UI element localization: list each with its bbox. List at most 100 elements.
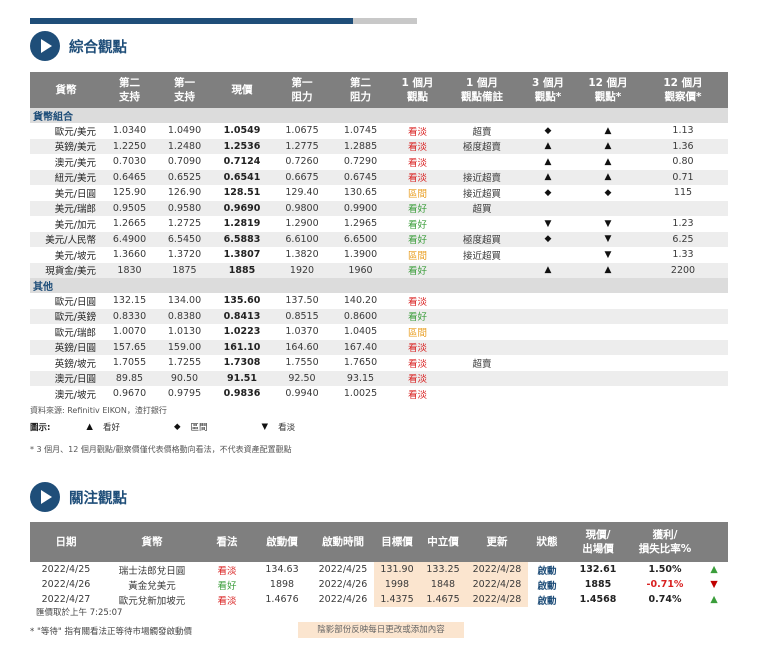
update-cell: 2022/4/28 xyxy=(466,577,528,592)
table-row: 2022/4/26 黃金兌美元 看好 1898 2022/4/26 1998 1848 202… xyxy=(30,577,728,592)
table-row: 英鎊/美元 1.2250 1.2480 1.2536 1.2775 1.2885 看淡 極度超… xyxy=(30,138,728,154)
column-header: 第一 阻力 xyxy=(272,72,332,108)
target-12m-cell: 1.36 xyxy=(638,138,728,154)
table-row: 澳元/美元 0.7030 0.7090 0.7124 0.7260 0.7290 看淡 ▲ ▲ 0… xyxy=(30,154,728,170)
column-header: 12 個月 觀察價* xyxy=(638,72,728,108)
view-12m-icon: ▲ xyxy=(604,156,612,167)
price-cell: 0.9836 xyxy=(223,388,261,400)
view-note-cell: 極度超買 xyxy=(446,231,518,247)
target-price-cell: 1998 xyxy=(374,577,420,592)
up-triangle-icon: ▲ xyxy=(86,422,93,432)
view-note-cell xyxy=(446,154,518,170)
target-12m-cell: 0.71 xyxy=(638,169,728,185)
table-header-row: 貨幣 第二 支持 第一 支持 現價 第一 阻力 第二 阻力 1 個月 觀點 1 個月 觀點備註… xyxy=(30,72,728,108)
table-row: 2022/4/25 瑞士法郎兌日圓 看淡 134.63 2022/4/25 131.90 1… xyxy=(30,562,728,577)
view-1m-cell: 區間 xyxy=(407,188,427,200)
view-1m-cell: 看淡 xyxy=(407,358,427,370)
column-header: 第一 支持 xyxy=(157,72,212,108)
view-note-cell: 接近超買 xyxy=(462,188,501,200)
price-cell: 0.9690 xyxy=(212,200,272,216)
view-1m-cell: 看淡 xyxy=(389,169,446,185)
table-row: 澳元/日圓 89.85 90.50 91.51 92.50 93.15 看淡 xyxy=(30,370,728,386)
resist2-cell: 1.2885 xyxy=(332,138,389,154)
section-header-overview: 綜合觀點 xyxy=(30,31,127,61)
status-cell: 啟動 xyxy=(537,595,557,607)
resist2-cell: 167.40 xyxy=(332,339,389,355)
resist2-cell: 93.15 xyxy=(332,370,389,386)
view-1m-cell: 看淡 xyxy=(407,157,427,169)
view-1m-cell: 看淡 xyxy=(407,296,427,308)
support2-cell: 1830 xyxy=(102,262,157,278)
pair-cell: 歐元/日圓 xyxy=(54,296,96,308)
legend-item-range: ◆ 區間 xyxy=(173,422,208,433)
empty-cell xyxy=(638,355,728,371)
column-header: 現價 xyxy=(212,72,272,108)
empty-cell xyxy=(518,355,578,371)
view-12m-icon: ▼ xyxy=(604,218,612,229)
support1-cell: 134.00 xyxy=(167,295,202,307)
pair-cell: 澳元/坡元 xyxy=(54,389,96,401)
support1-cell: 6.5450 xyxy=(157,231,212,247)
view-3m-icon: ◆ xyxy=(518,231,578,247)
view-note-cell: 超買 xyxy=(446,200,518,216)
column-header: 獲利/ 損失比率% xyxy=(630,522,700,562)
resist1-cell: 137.50 xyxy=(285,295,319,307)
support1-cell: 1.0130 xyxy=(167,326,202,338)
diamond-icon: ◆ xyxy=(173,422,181,432)
view-1m-cell: 看淡 xyxy=(407,389,427,401)
support1-cell: 1.2480 xyxy=(157,138,212,154)
support2-cell: 0.6465 xyxy=(102,169,157,185)
resist1-cell: 0.8515 xyxy=(272,308,332,324)
price-cell: 161.10 xyxy=(212,339,272,355)
price-cell: 1885 xyxy=(212,262,272,278)
overview-table: 貨幣 第二 支持 第一 支持 現價 第一 阻力 第二 阻力 1 個月 觀點 1 個月 觀點備註… xyxy=(30,72,728,402)
empty-cell xyxy=(518,370,578,386)
pair-cell: 美元/加元 xyxy=(54,219,96,231)
support2-cell: 125.90 xyxy=(112,187,147,199)
wait-note: * "等待" 指有關看法正等待市場觸發啟動價 xyxy=(30,627,192,637)
support1-cell: 1.7255 xyxy=(167,357,202,369)
table-row: 美元/人民幣 6.4900 6.5450 6.5883 6.6100 6.6500 看好 極度… xyxy=(30,231,728,247)
column-header: 第二 支持 xyxy=(102,72,157,108)
down-arrow-icon: ▼ xyxy=(710,579,718,590)
view-3m-icon: ▼ xyxy=(544,218,552,229)
table-row: 現貨金/美元 1830 1875 1885 1920 1960 看好 ▲ ▲ 2200 xyxy=(30,262,728,278)
view-12m-icon: ▼ xyxy=(604,249,612,260)
column-header: 日期 xyxy=(30,522,102,562)
pair-cell: 美元/坡元 xyxy=(54,250,96,262)
legend-label: 圖示: xyxy=(30,423,51,433)
update-cell: 2022/4/28 xyxy=(466,592,528,607)
table-row: 歐元/瑞郎 1.0070 1.0130 1.0223 1.0370 1.0405 區間 xyxy=(30,324,728,340)
empty-cell xyxy=(638,386,728,402)
entry-time-cell: 2022/4/25 xyxy=(318,564,368,575)
support1-cell: 1875 xyxy=(157,262,212,278)
empty-cell xyxy=(518,386,578,402)
support1-cell: 90.50 xyxy=(157,370,212,386)
pair-cell: 澳元/美元 xyxy=(54,157,96,169)
empty-cell xyxy=(638,339,728,355)
support1-cell: 0.8380 xyxy=(157,308,212,324)
resist2-cell: 1.0405 xyxy=(343,326,378,338)
empty-cell xyxy=(578,370,638,386)
column-header: 中立價 xyxy=(420,522,466,562)
target-12m-cell: 0.80 xyxy=(672,156,694,168)
table-row: 澳元/坡元 0.9670 0.9795 0.9836 0.9940 1.0025 看淡 xyxy=(30,386,728,402)
entry-time-cell: 2022/4/26 xyxy=(318,594,368,605)
pl-cell: -0.71% xyxy=(646,579,684,590)
up-arrow-icon: ▲ xyxy=(710,594,718,605)
date-cell: 2022/4/27 xyxy=(41,594,91,605)
resist1-cell: 1.2775 xyxy=(272,138,332,154)
price-cell: 1.7308 xyxy=(223,357,261,369)
support1-cell: 126.90 xyxy=(167,187,202,199)
legend: 圖示: ▲ 看好 ◆ 區間 ▼ 看淡 xyxy=(30,421,349,433)
table-row: 英鎊/日圓 157.65 159.00 161.10 164.60 167.40 看淡 xyxy=(30,339,728,355)
pair-cell: 歐元/瑞郎 xyxy=(54,327,96,339)
view-cell: 看好 xyxy=(217,580,237,592)
view-note-cell: 極度超賣 xyxy=(446,138,518,154)
view-3m-icon: ▲ xyxy=(518,138,578,154)
empty-cell xyxy=(578,308,638,324)
table-row: 2022/4/27 歐元兌新加坡元 看淡 1.4676 2022/4/26 1.4375 1… xyxy=(30,592,728,607)
pair-cell: 英鎊/日圓 xyxy=(30,339,102,355)
support2-cell: 1.2665 xyxy=(112,218,147,230)
target-12m-cell: 2200 xyxy=(638,262,728,278)
